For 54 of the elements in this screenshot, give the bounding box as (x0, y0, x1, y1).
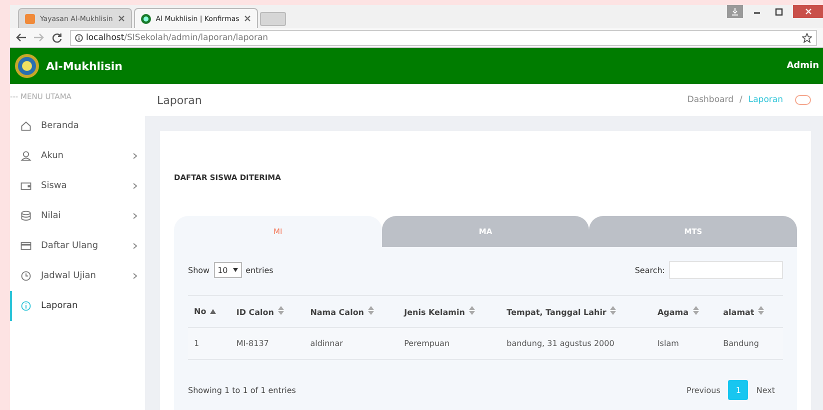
table-cell: Perempuan (398, 328, 501, 360)
database-icon (20, 210, 32, 222)
search-label: Search: (634, 266, 665, 274)
logo-icon (140, 14, 151, 24)
close-icon[interactable] (118, 15, 125, 22)
clock-icon (20, 270, 32, 282)
table-cell: Bandung (717, 328, 783, 360)
table-cell: Islam (651, 328, 718, 360)
download-icon[interactable] (727, 5, 743, 18)
table-cell: aldinnar (304, 328, 398, 360)
table-cell: MI-8137 (230, 328, 304, 360)
logo-icon (14, 53, 40, 79)
menu-label: Jadwal Ujian (41, 271, 97, 281)
close-window-icon[interactable] (793, 5, 823, 18)
sidebar-item[interactable]: Akun (10, 141, 145, 171)
breadcrumb-separator: / (739, 95, 742, 105)
address-bar[interactable]: localhost/SISekolah/admin/laporan/laporan (70, 30, 817, 46)
sidebar-item[interactable]: Daftar Ulang (10, 231, 145, 261)
menu-label: Akun (41, 151, 64, 161)
toggle-pill[interactable] (795, 95, 811, 105)
close-icon[interactable] (244, 15, 252, 22)
page-title: Laporan (157, 94, 203, 106)
entries-select[interactable]: 10 (214, 262, 242, 278)
menu-label: Nilai (41, 211, 62, 221)
wallet-icon (20, 180, 32, 192)
pagination-button[interactable]: Previous (678, 380, 728, 400)
pagination-button[interactable]: Next (748, 380, 783, 400)
table-info: Showing 1 to 1 of 1 entries (188, 386, 296, 394)
search-field[interactable] (669, 261, 783, 279)
menu-label: Laporan (41, 301, 79, 311)
user-menu[interactable]: Admin (786, 61, 819, 71)
back-icon[interactable] (16, 33, 26, 42)
user-icon (20, 150, 32, 162)
info-icon (75, 34, 83, 42)
menu-label: Siswa (41, 181, 68, 191)
card-icon (20, 240, 32, 252)
home-icon (20, 120, 32, 132)
entries-label: entries (246, 266, 274, 274)
sidebar-item[interactable]: Jadwal Ujian (10, 261, 145, 291)
sidebar-item[interactable]: Siswa (10, 171, 145, 201)
star-icon[interactable] (802, 32, 812, 42)
table-cell: bandung, 31 agustus 2000 (500, 328, 652, 360)
site-icon (25, 14, 35, 24)
breadcrumb-link[interactable]: Dashboard (687, 95, 734, 105)
info-icon (20, 300, 32, 312)
table-cell: 1 (188, 328, 230, 360)
dropdown-caret-icon (232, 268, 238, 272)
menu-label: Beranda (41, 121, 80, 131)
show-label: Show (188, 266, 210, 274)
menu-label: Daftar Ulang (41, 241, 100, 251)
brand-name: Al-Mukhlisin (46, 60, 124, 72)
sidebar-item[interactable]: Nilai (10, 201, 145, 231)
reload-icon[interactable] (52, 32, 62, 42)
sidebar-item[interactable]: Beranda (10, 111, 145, 141)
